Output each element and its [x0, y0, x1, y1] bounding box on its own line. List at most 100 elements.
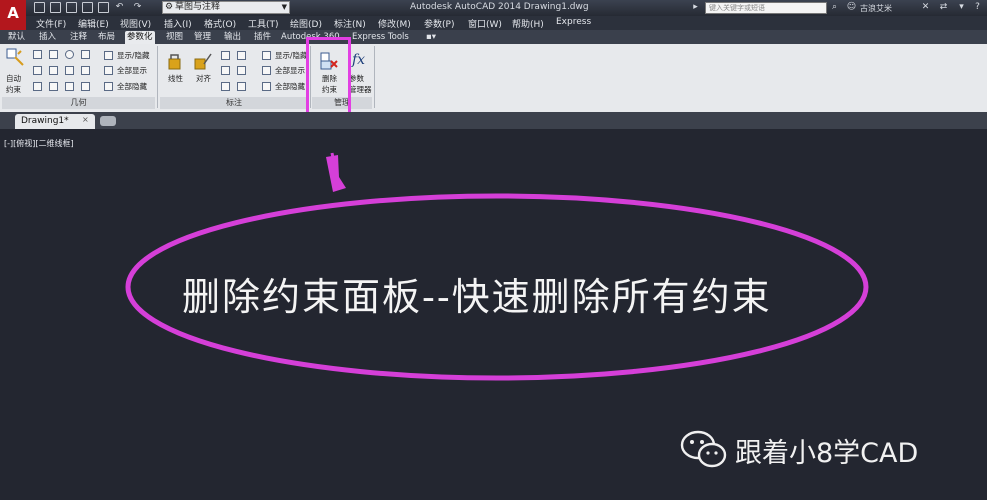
- tab-layout[interactable]: 布局: [96, 31, 117, 44]
- dim-show-all-icon[interactable]: [262, 66, 271, 75]
- symmetric-icon[interactable]: [65, 82, 74, 91]
- angular-dim-icon[interactable]: [221, 51, 230, 60]
- gear-icon: ⚙: [165, 2, 174, 12]
- geo-show-all-button[interactable]: 全部显示: [117, 66, 147, 75]
- workspace-label: 草图与注释: [175, 2, 221, 12]
- user-icon[interactable]: ☺: [846, 2, 857, 13]
- horizontal-icon[interactable]: [65, 66, 74, 75]
- tab-insert[interactable]: 插入: [37, 31, 58, 44]
- tab-options-icon[interactable]: ▪▾: [424, 31, 438, 44]
- connect-icon[interactable]: ⇄: [938, 2, 949, 13]
- chevron-down-icon: ▼: [281, 3, 287, 11]
- menu-dimension[interactable]: 标注(N): [334, 17, 366, 30]
- tab-manage[interactable]: 管理: [192, 31, 213, 44]
- tab-plugins[interactable]: 插件: [252, 31, 273, 44]
- menu-insert[interactable]: 插入(I): [164, 17, 192, 30]
- auto-constrain-icon[interactable]: [6, 48, 24, 66]
- wechat-icon: [680, 430, 727, 468]
- equal-icon[interactable]: [81, 82, 90, 91]
- menu-express[interactable]: Express: [556, 17, 591, 27]
- geo-show-hide-icon[interactable]: [104, 51, 113, 60]
- menu-parametric[interactable]: 参数(P): [424, 17, 454, 30]
- help-dropdown-icon[interactable]: ▾: [956, 2, 967, 13]
- tab-output[interactable]: 输出: [222, 31, 243, 44]
- geo-hide-all-button[interactable]: 全部隐藏: [117, 82, 147, 91]
- geo-hide-all-icon[interactable]: [104, 82, 113, 91]
- smooth-icon[interactable]: [49, 82, 58, 91]
- auto-constrain-label-2: 约束: [6, 85, 21, 94]
- parameters-manager-label-1[interactable]: 参数: [349, 74, 364, 83]
- exchange-icon[interactable]: ✕: [920, 2, 931, 13]
- dim-show-all-button[interactable]: 全部显示: [275, 66, 305, 75]
- concentric-icon[interactable]: [65, 50, 74, 59]
- ribbon-panel-area: 自动 约束 显示/隐藏 全部显示 全部隐藏 几何 线性 对齐 显示/隐藏 全部显…: [0, 44, 987, 113]
- menu-file[interactable]: 文件(F): [36, 17, 66, 30]
- user-name[interactable]: 古浪艾米: [860, 3, 892, 14]
- panel-divider: [374, 46, 375, 108]
- open-file-icon[interactable]: [50, 2, 61, 13]
- ribbon-tab-bar: 默认 插入 注释 布局 参数化 视图 管理 输出 插件 Autodesk 360…: [0, 30, 987, 44]
- geometry-panel-title[interactable]: 几何: [2, 97, 155, 109]
- menu-help[interactable]: 帮助(H): [512, 17, 544, 30]
- auto-constrain-label-1: 自动: [6, 74, 21, 83]
- dim-show-hide-button[interactable]: 显示/隐藏: [275, 51, 308, 60]
- perpendicular-icon[interactable]: [49, 66, 58, 75]
- dim-hide-all-button[interactable]: 全部隐藏: [275, 82, 305, 91]
- document-tab-bar: Drawing1* ×: [0, 112, 987, 129]
- fx-icon[interactable]: fx: [352, 52, 365, 68]
- save-as-icon[interactable]: [82, 2, 93, 13]
- convert-dim-icon[interactable]: [237, 66, 246, 75]
- tab-parametric[interactable]: 参数化: [125, 31, 155, 44]
- fix-lock-icon[interactable]: [81, 50, 90, 59]
- menu-view[interactable]: 视图(V): [120, 17, 151, 30]
- diameter-dim-icon[interactable]: [221, 66, 230, 75]
- menu-window[interactable]: 窗口(W): [468, 17, 502, 30]
- tangent-icon[interactable]: [33, 82, 42, 91]
- geo-show-hide-button[interactable]: 显示/隐藏: [117, 51, 150, 60]
- menu-draw[interactable]: 绘图(D): [290, 17, 322, 30]
- dim-hide-all-icon[interactable]: [262, 82, 271, 91]
- dim-show-hide-icon[interactable]: [262, 51, 271, 60]
- tab-express-tools[interactable]: Express Tools: [350, 31, 411, 44]
- print-icon[interactable]: [98, 2, 109, 13]
- geo-show-all-icon[interactable]: [104, 66, 113, 75]
- menu-format[interactable]: 格式(O): [204, 17, 236, 30]
- tab-annotate[interactable]: 注释: [68, 31, 89, 44]
- menu-bar: 文件(F) 编辑(E) 视图(V) 插入(I) 格式(O) 工具(T) 绘图(D…: [26, 16, 987, 30]
- title-bar: A ↶ ↷ ⚙ 草图与注释 ▼ Autodesk AutoCAD 2014 Dr…: [0, 0, 987, 30]
- new-file-icon[interactable]: [34, 2, 45, 13]
- aligned-dim-icon[interactable]: [194, 52, 212, 70]
- search-input[interactable]: 键入关键字或短语: [705, 2, 827, 14]
- search-icon[interactable]: ⌕: [829, 2, 840, 13]
- annotation-caption: 删除约束面板--快速删除所有约束: [182, 275, 772, 319]
- parameters-manager-label-2[interactable]: 管理器: [349, 85, 372, 94]
- application-menu-button[interactable]: A: [0, 0, 26, 30]
- menu-edit[interactable]: 编辑(E): [78, 17, 109, 30]
- coincident-icon[interactable]: [33, 50, 42, 59]
- arrow-icon: [326, 152, 346, 192]
- workspace-select[interactable]: ⚙ 草图与注释 ▼: [162, 1, 290, 14]
- close-icon[interactable]: ×: [82, 115, 89, 124]
- dim-name-icon[interactable]: [237, 82, 246, 91]
- window-title: Autodesk AutoCAD 2014 Drawing1.dwg: [410, 2, 589, 12]
- undo-icon[interactable]: ↶: [114, 2, 125, 13]
- menu-modify[interactable]: 修改(M): [378, 17, 411, 30]
- save-icon[interactable]: [66, 2, 77, 13]
- parallel-icon[interactable]: [33, 66, 42, 75]
- menu-tools[interactable]: 工具(T): [248, 17, 279, 30]
- dim-lock-icon[interactable]: [221, 82, 230, 91]
- radius-dim-icon[interactable]: [237, 51, 246, 60]
- vertical-icon[interactable]: [81, 66, 90, 75]
- search-bar-expand-icon[interactable]: ▸: [690, 2, 701, 13]
- collinear-icon[interactable]: [49, 50, 58, 59]
- linear-button[interactable]: 线性: [168, 74, 183, 83]
- dimension-panel-title[interactable]: 标注: [160, 97, 308, 109]
- aligned-button[interactable]: 对齐: [196, 74, 211, 83]
- new-tab-button[interactable]: [100, 116, 116, 126]
- linear-dim-icon[interactable]: [166, 52, 184, 70]
- document-tab-label: Drawing1*: [21, 116, 69, 126]
- redo-icon[interactable]: ↷: [132, 2, 143, 13]
- tab-default[interactable]: 默认: [6, 31, 27, 44]
- tab-view[interactable]: 视图: [164, 31, 185, 44]
- help-icon[interactable]: ?: [972, 2, 983, 13]
